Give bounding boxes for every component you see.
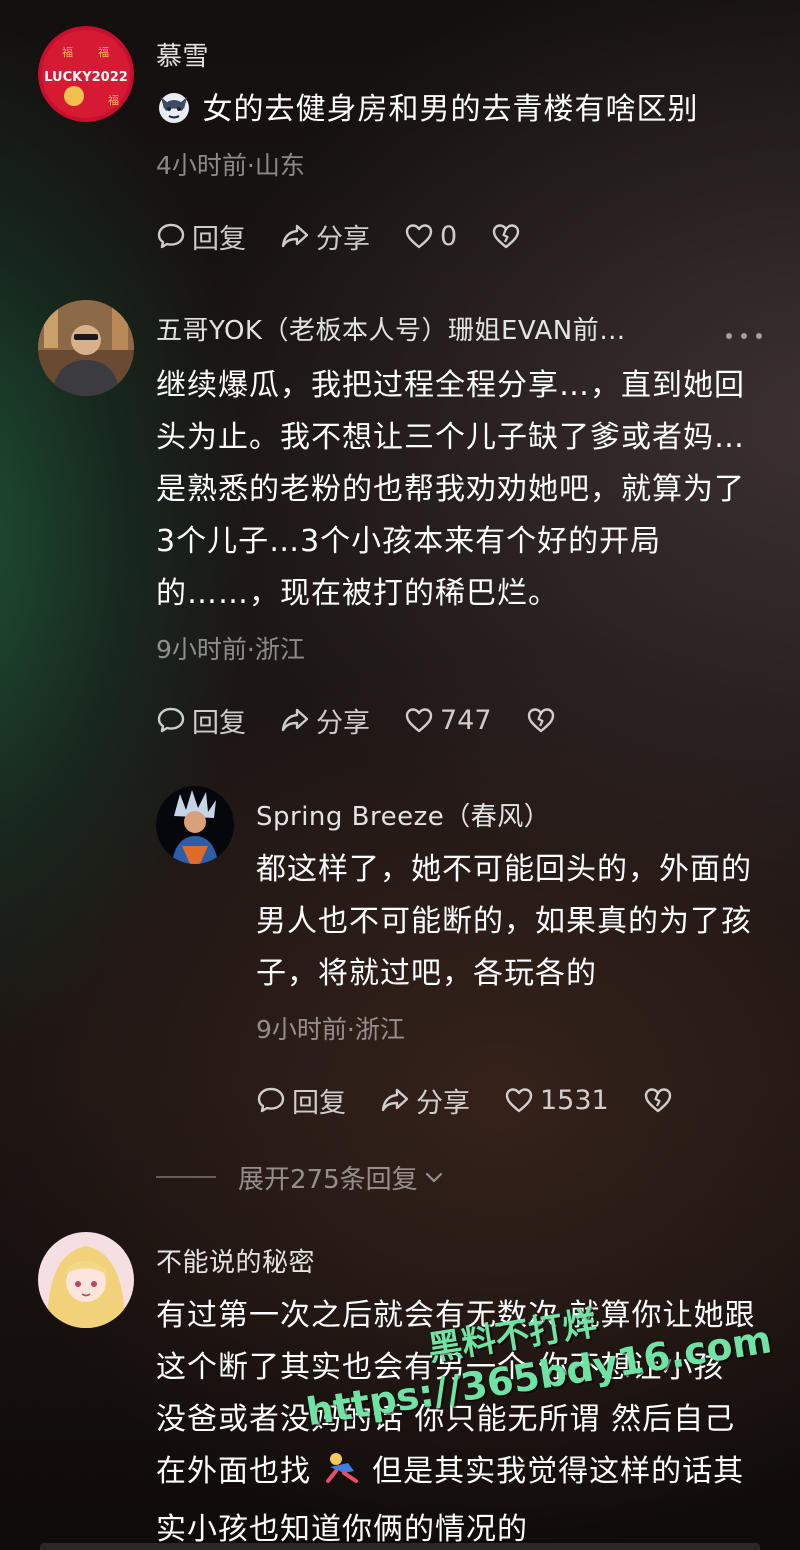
comment-text: 有过第一次之后就会有无数次 就算你让她跟 这个断了其实也会有另一个 你不想让小孩…: [156, 1290, 756, 1550]
comment-text: 女的去健身房和男的去青楼有啥区别: [156, 84, 699, 142]
dislike-button[interactable]: [491, 221, 527, 251]
comment-meta: 4小时前·山东: [156, 151, 305, 180]
comment-text-line: 男人也不可能断的，如果真的为了孩: [256, 904, 752, 939]
reply-label: 回复: [192, 223, 246, 255]
share-label: 分享: [316, 223, 370, 255]
avatar[interactable]: [156, 786, 234, 864]
comment-text-line: 是熟悉的老粉的也帮我劝劝她吧，就算为了: [156, 472, 745, 507]
share-button[interactable]: 分享: [380, 1081, 470, 1120]
dislike-button[interactable]: [526, 705, 562, 735]
share-button[interactable]: 分享: [280, 217, 370, 256]
avatar[interactable]: [38, 300, 134, 396]
svg-text:LUCKY2022: LUCKY2022: [44, 70, 128, 85]
comment-text: 继续爆瓜，我把过程全程分享…，直到她回 头为止。我不想让三个儿子缺了爹或者妈… …: [156, 360, 745, 620]
comment-actions: 回复 分享 747: [156, 700, 562, 740]
comment-actions: 回复 分享 0: [156, 216, 527, 256]
svg-text:福: 福: [98, 45, 109, 59]
broken-heart-icon: [644, 1088, 671, 1113]
wolf-emoji-icon: [156, 89, 192, 142]
comment-username[interactable]: Spring Breeze（春风）: [256, 796, 550, 833]
chevron-down-icon: [425, 1172, 442, 1183]
comment-username[interactable]: 不能说的秘密: [156, 1242, 315, 1279]
like-button[interactable]: 747: [404, 705, 492, 736]
share-button[interactable]: 分享: [280, 701, 370, 740]
more-options-icon[interactable]: [726, 326, 762, 346]
comment-username[interactable]: 慕雪: [156, 36, 209, 73]
comment-text-line: 都这样了，她不可能回头的，外面的: [256, 852, 752, 887]
expand-replies-button[interactable]: 展开275条回复: [156, 1160, 446, 1195]
reply-button[interactable]: 回复: [256, 1081, 346, 1120]
reply-label: 回复: [292, 1087, 346, 1119]
reply-button[interactable]: 回复: [156, 701, 246, 740]
share-label: 分享: [416, 1087, 470, 1119]
broken-heart-icon: [527, 708, 554, 733]
comment-text-line: 头为止。我不想让三个儿子缺了爹或者妈…: [156, 420, 745, 455]
share-icon: [281, 708, 309, 732]
expand-replies-label: 展开275条回复: [238, 1164, 418, 1195]
comment-text-line: 但是其实我觉得这样的话其: [372, 1454, 745, 1489]
comment-text-line: 的……，现在被打的稀巴烂。: [156, 576, 559, 611]
reply-icon: [157, 223, 185, 249]
comment-text-line: 继续爆瓜，我把过程全程分享…，直到她回: [156, 368, 745, 403]
comment-meta: 9小时前·浙江: [256, 1015, 405, 1044]
bottom-bar: [40, 1543, 760, 1550]
comment-actions: 回复 分享 1531: [256, 1080, 679, 1120]
avatar[interactable]: 福 福 LUCKY2022 福: [38, 26, 134, 122]
avatar[interactable]: [38, 1232, 134, 1328]
reply-button[interactable]: 回复: [156, 217, 246, 256]
comment-text-line: 有过第一次之后就会有无数次 就算你让她跟: [156, 1298, 756, 1333]
like-count: 0: [440, 220, 458, 252]
share-icon: [281, 224, 309, 248]
comment-text-line: 子，将就过吧，各玩各的: [256, 956, 597, 991]
divider: [156, 1176, 216, 1178]
heart-icon: [505, 1088, 533, 1113]
comment-text-line: 3个儿子…3个小孩本来有个好的开局: [156, 524, 662, 559]
like-button[interactable]: 0: [404, 221, 457, 252]
dislike-button[interactable]: [643, 1085, 679, 1115]
comment-text: 都这样了，她不可能回头的，外面的 男人也不可能断的，如果真的为了孩 子，将就过吧…: [256, 844, 752, 1000]
reply-icon: [257, 1087, 285, 1113]
comment-text-line: 没爸或者没妈的话 你只能无所谓 然后自己: [156, 1402, 736, 1437]
comment-text-line: 女的去健身房和男的去青楼有啥区别: [202, 92, 699, 127]
like-count: 747: [440, 704, 492, 736]
like-button[interactable]: 1531: [504, 1085, 609, 1116]
share-label: 分享: [316, 707, 370, 739]
running-person-emoji-icon: [322, 1451, 362, 1504]
share-icon: [381, 1088, 409, 1112]
like-count: 1531: [540, 1084, 609, 1116]
reply-label: 回复: [192, 707, 246, 739]
heart-icon: [405, 708, 433, 733]
svg-text:福: 福: [62, 45, 73, 59]
reply-icon: [157, 707, 185, 733]
broken-heart-icon: [492, 224, 520, 249]
comment-text-line: 这个断了其实也会有另一个 你不想让小孩: [156, 1350, 725, 1385]
svg-text:福: 福: [108, 93, 119, 107]
comment-meta: 9小时前·浙江: [156, 635, 305, 664]
heart-icon: [405, 224, 433, 249]
comment-username[interactable]: 五哥YOK（老板本人号）珊姐EVAN前…: [156, 310, 626, 347]
comment-text-line: 在外面也找: [156, 1454, 311, 1489]
